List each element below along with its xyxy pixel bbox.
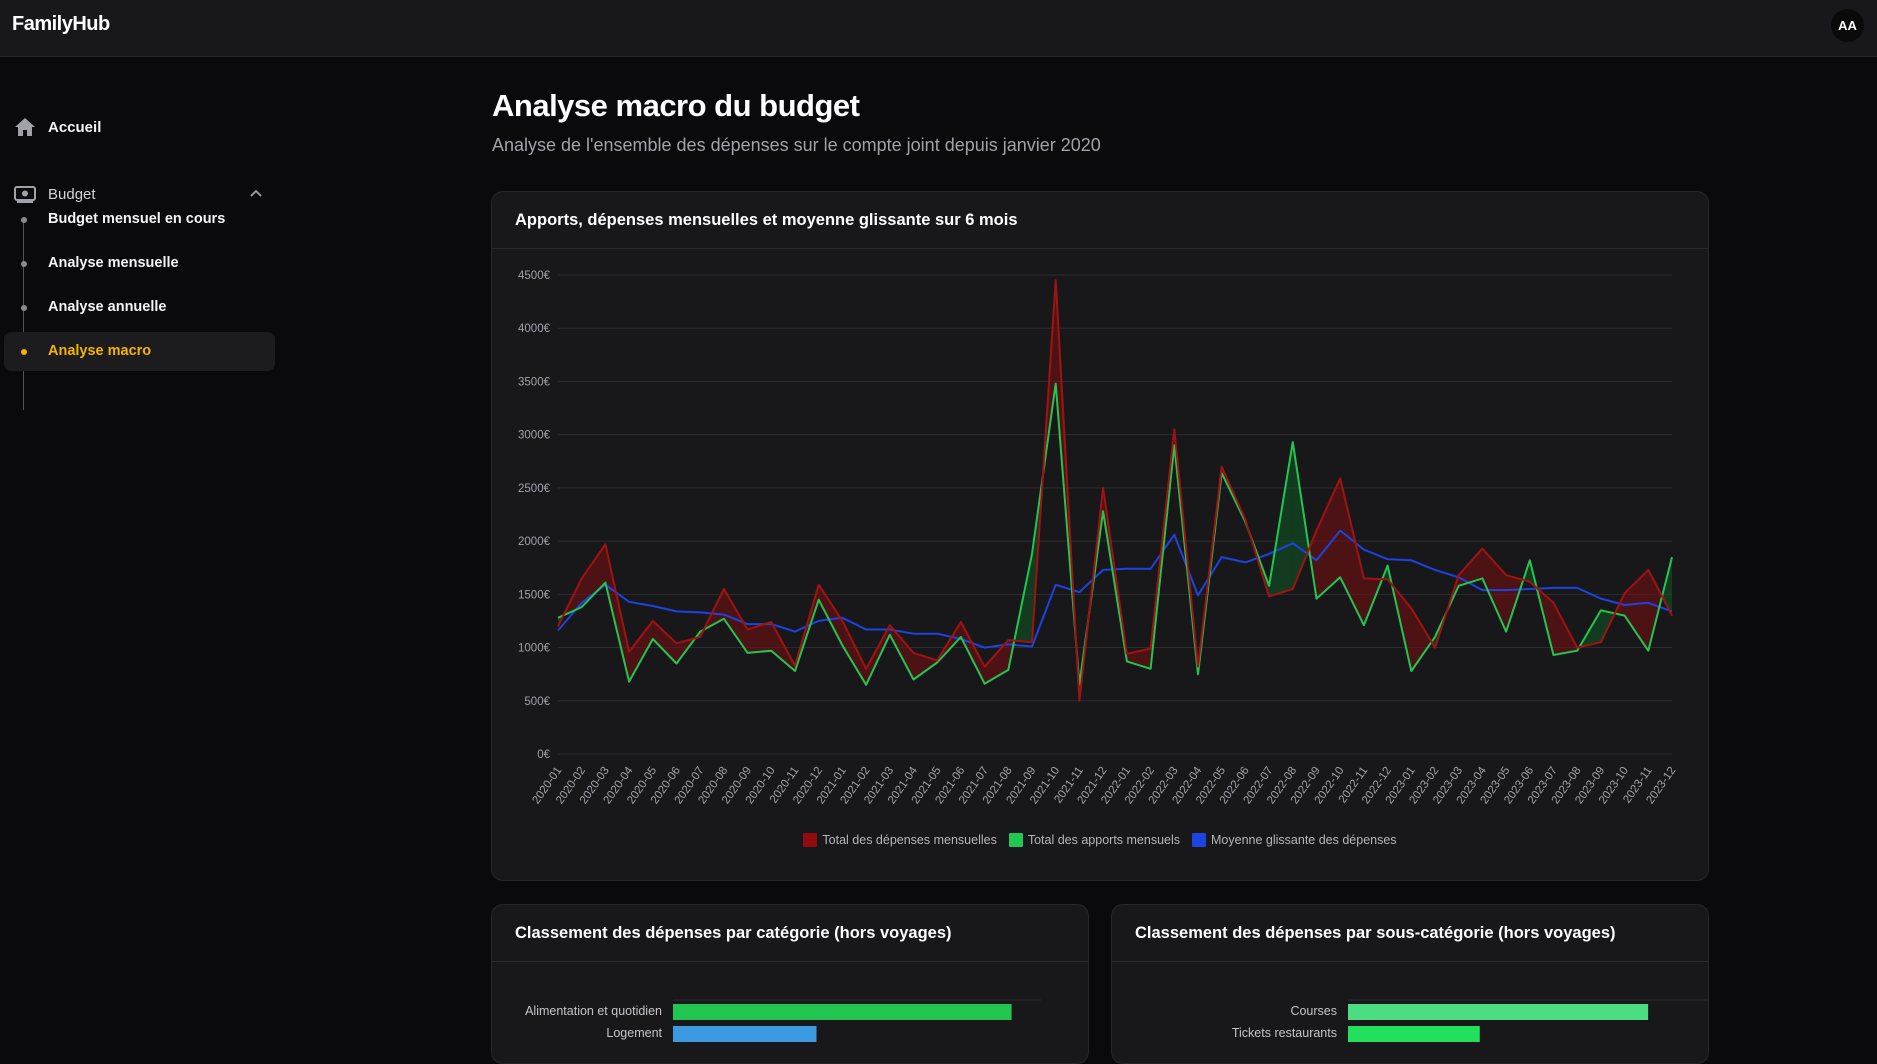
- legend-item-income[interactable]: Total des apports mensuels: [1008, 833, 1181, 847]
- series-line-income[interactable]: [557, 382, 1673, 686]
- y-tick-label: 3500€: [518, 376, 551, 388]
- card-title: Apports, dépenses mensuelles et moyenne …: [492, 192, 1708, 249]
- subcategory-ranking-card: Classement des dépenses par sous-catégor…: [1111, 904, 1709, 1064]
- legend-swatch: [803, 833, 818, 847]
- bar[interactable]: [1348, 1026, 1480, 1042]
- sidebar-item-accueil[interactable]: Accueil: [4, 108, 275, 146]
- sidebar-item-label: Analyse macro: [48, 343, 152, 359]
- sidebar-item-analyse-annuelle[interactable]: Analyse annuelle: [4, 288, 275, 327]
- category-ranking-card: Classement des dépenses par catégorie (h…: [491, 904, 1089, 1064]
- nav-dot: [21, 217, 27, 223]
- bar-label: Courses: [1290, 1004, 1337, 1018]
- user-avatar[interactable]: AA: [1831, 9, 1864, 42]
- chart-legend: Total des dépenses mensuelles Total des …: [492, 833, 1708, 847]
- bar[interactable]: [673, 1004, 1012, 1020]
- legend-item-expenses[interactable]: Total des dépenses mensuelles: [803, 833, 997, 847]
- legend-label: Total des dépenses mensuelles: [822, 833, 997, 847]
- sidebar-item-analyse-macro[interactable]: Analyse macro: [4, 332, 275, 371]
- sidebar-item-analyse-mensuelle[interactable]: Analyse mensuelle: [4, 244, 275, 283]
- subcategory-bar-chart: Courses Tickets restaurants: [1232, 999, 1708, 1042]
- sidebar-item-label: Accueil: [48, 118, 102, 136]
- card-title: Classement des dépenses par sous-catégor…: [1112, 905, 1708, 962]
- bar-label: Alimentation et quotidien: [525, 1004, 662, 1018]
- y-tick-label: 0€: [537, 749, 550, 761]
- legend-swatch: [1008, 833, 1023, 847]
- y-tick-label: 1500€: [518, 589, 551, 601]
- bar[interactable]: [673, 1026, 817, 1042]
- page-subtitle: Analyse de l'ensemble des dépenses sur l…: [492, 135, 1101, 155]
- y-tick-label: 2500€: [518, 483, 551, 495]
- bar-label: Tickets restaurants: [1232, 1026, 1337, 1040]
- sidebar-item-label: Budget mensuel en cours: [48, 211, 226, 227]
- legend-swatch: [1192, 833, 1207, 847]
- chevron-up-icon[interactable]: [249, 187, 263, 201]
- legend-item-average[interactable]: Moyenne glissante des dépenses: [1192, 833, 1397, 847]
- nav-dot: [21, 305, 27, 311]
- gap-area: [629, 620, 653, 682]
- y-tick-label: 2000€: [518, 536, 551, 548]
- legend-label: Total des apports mensuels: [1027, 833, 1181, 847]
- y-tick-label: 3000€: [518, 430, 551, 442]
- series-line-expenses[interactable]: [557, 279, 1673, 702]
- bar-label: Logement: [606, 1026, 662, 1040]
- top-bar: FamilyHub AA: [0, 0, 1877, 57]
- category-bar-chart: Alimentation et quotidien Logement: [525, 999, 1041, 1042]
- bar[interactable]: [1348, 1004, 1649, 1020]
- gap-area: [960, 622, 985, 684]
- sidebar-item-label: Analyse mensuelle: [48, 255, 179, 271]
- brand-logo[interactable]: FamilyHub: [12, 13, 110, 36]
- sidebar-item-budget-mensuel[interactable]: Budget mensuel en cours: [4, 200, 275, 239]
- y-tick-label: 500€: [524, 696, 550, 708]
- legend-label: Moyenne glissante des dépenses: [1211, 833, 1397, 847]
- y-tick-label: 4000€: [518, 323, 551, 335]
- sidebar-item-label: Analyse annuelle: [48, 299, 167, 315]
- card-title: Classement des dépenses par catégorie (h…: [492, 905, 1088, 962]
- y-tick-label: 4500€: [518, 270, 551, 282]
- gap-area: [581, 544, 606, 608]
- y-tick-label: 1000€: [518, 643, 551, 655]
- nav-dot-active: [21, 349, 27, 355]
- macro-chart-card: Apports, dépenses mensuelles et moyenne …: [491, 191, 1709, 881]
- nav-dot: [21, 261, 27, 267]
- gap-area: [723, 589, 748, 653]
- gap-area: [1411, 608, 1432, 671]
- macro-line-chart: 4500€ 4000€ 3500€ 3000€ 2500€ 2000€ 1500€ 1000€…: [518, 270, 1678, 806]
- page-title: Analyse macro du budget: [492, 88, 860, 123]
- sidebar: Accueil Budget Budget mensuel en cours A…: [0, 58, 280, 1036]
- home-icon: [15, 118, 35, 136]
